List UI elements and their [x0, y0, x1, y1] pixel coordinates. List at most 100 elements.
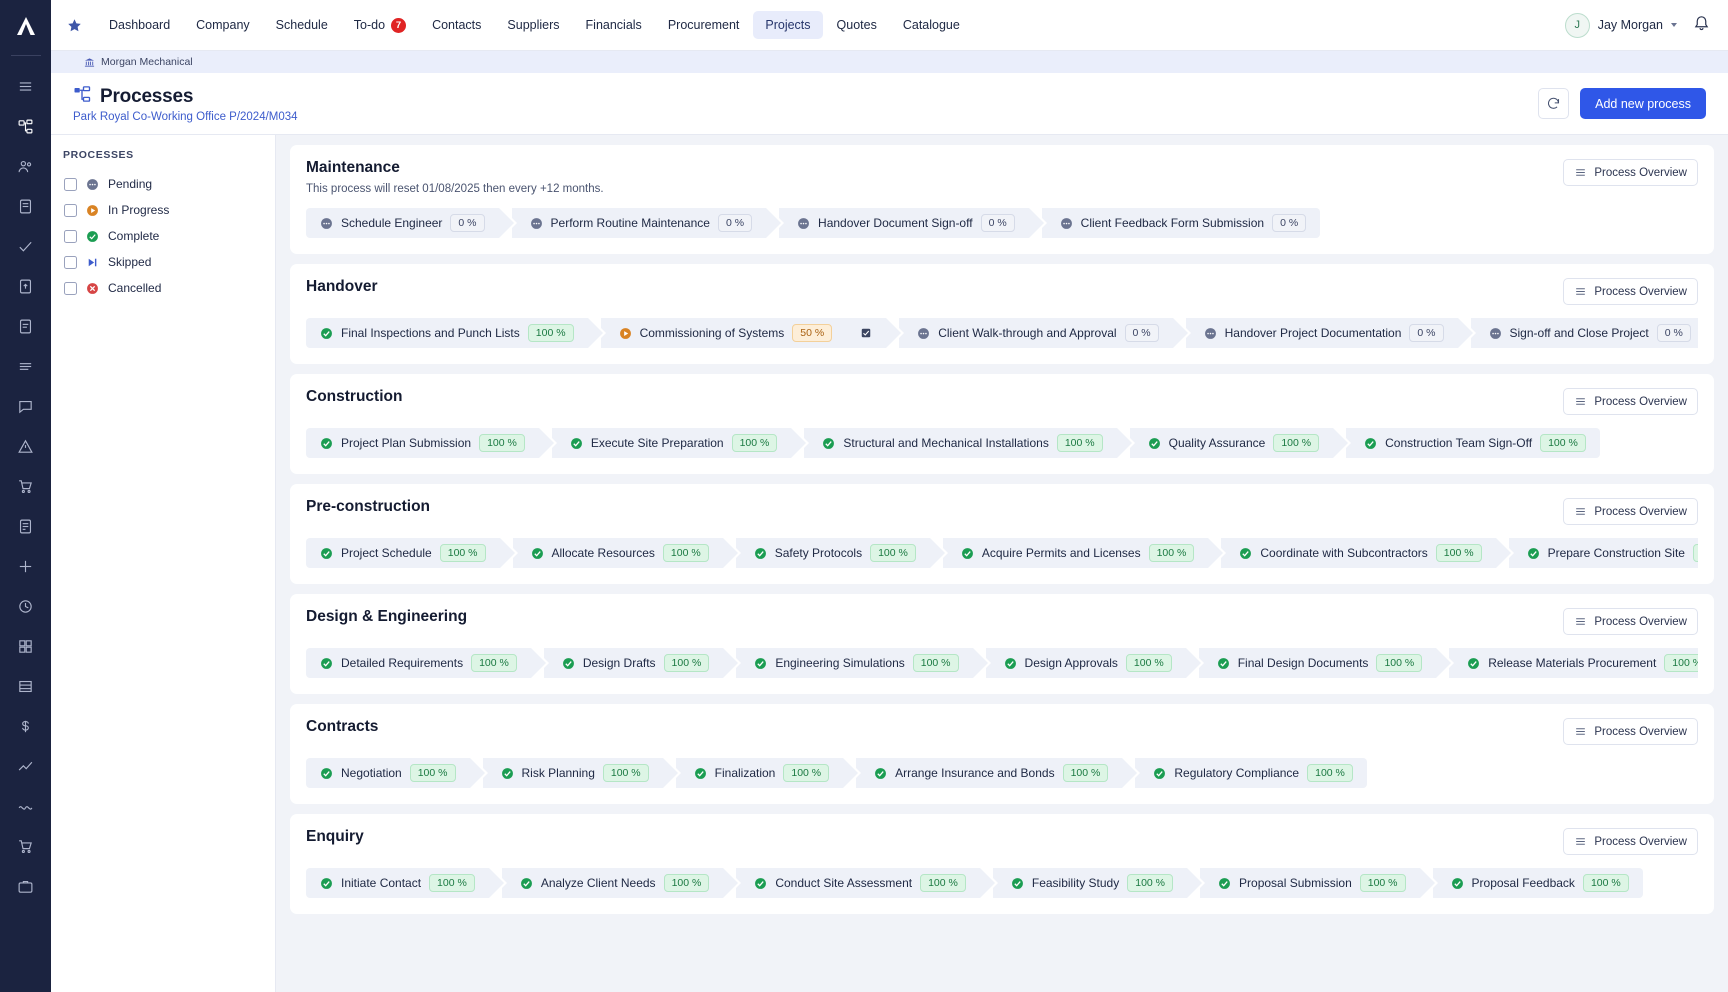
process-step[interactable]: Proposal Feedback100 %: [1433, 868, 1643, 898]
filter-row-pending[interactable]: Pending: [51, 171, 275, 197]
rail-item-grid-icon[interactable]: [0, 626, 51, 666]
process-card-header: Contracts Process Overview: [306, 718, 1698, 745]
process-step[interactable]: Conduct Site Assessment100 %: [736, 868, 980, 898]
process-step[interactable]: Coordinate with Subcontractors100 %: [1221, 538, 1495, 568]
process-step[interactable]: Execute Site Preparation100 %: [552, 428, 792, 458]
user-menu[interactable]: J Jay Morgan: [1565, 13, 1677, 38]
process-step[interactable]: Client Walk-through and Approval0 %: [899, 318, 1172, 348]
nav-link-schedule[interactable]: Schedule: [264, 11, 340, 39]
process-step[interactable]: Structural and Mechanical Installations1…: [804, 428, 1116, 458]
nav-link-projects[interactable]: Projects: [753, 11, 822, 39]
checkbox-in-progress[interactable]: [64, 204, 77, 217]
process-step[interactable]: Arrange Insurance and Bonds100 %: [856, 758, 1122, 788]
filter-row-cancelled[interactable]: Cancelled: [51, 275, 275, 301]
rail-item-wave-icon[interactable]: [0, 786, 51, 826]
attachment-icon[interactable]: [840, 327, 852, 339]
process-step[interactable]: Design Drafts100 %: [544, 648, 723, 678]
rail-item-plus-move-icon[interactable]: [0, 546, 51, 586]
rail-item-cart-icon[interactable]: [0, 466, 51, 506]
process-title: Contracts: [306, 718, 378, 736]
rail-item-list-icon[interactable]: [0, 66, 51, 106]
process-step[interactable]: Quality Assurance100 %: [1130, 428, 1334, 458]
checkbox-cancelled[interactable]: [64, 282, 77, 295]
filter-row-skipped[interactable]: Skipped: [51, 249, 275, 275]
process-step[interactable]: Commissioning of Systems50 %: [601, 318, 887, 348]
process-step[interactable]: Regulatory Compliance100 %: [1135, 758, 1367, 788]
process-step[interactable]: Sign-off and Close Project0 %: [1471, 318, 1699, 348]
process-step[interactable]: Engineering Simulations100 %: [736, 648, 972, 678]
process-step[interactable]: Feasibility Study100 %: [993, 868, 1187, 898]
process-step[interactable]: Acquire Permits and Licenses100 %: [943, 538, 1209, 568]
rail-item-trend-icon[interactable]: [0, 746, 51, 786]
process-overview-button[interactable]: Process Overview: [1563, 388, 1698, 415]
checkbox-complete[interactable]: [64, 230, 77, 243]
process-step[interactable]: Handover Document Sign-off0 %: [779, 208, 1029, 238]
process-step[interactable]: Detailed Requirements100 %: [306, 648, 531, 678]
breadcrumb[interactable]: Morgan Mechanical: [51, 51, 1728, 73]
process-step[interactable]: Safety Protocols100 %: [736, 538, 930, 568]
project-link[interactable]: Park Royal Co-Working Office P/2024/M034: [73, 111, 298, 123]
process-overview-button[interactable]: Process Overview: [1563, 498, 1698, 525]
rail-item-clock-icon[interactable]: [0, 586, 51, 626]
process-step[interactable]: Schedule Engineer0 %: [306, 208, 499, 238]
nav-link-company[interactable]: Company: [184, 11, 262, 39]
process-step[interactable]: Release Materials Procurement100 %: [1449, 648, 1698, 678]
nav-link-quotes[interactable]: Quotes: [825, 11, 889, 39]
process-step[interactable]: Client Feedback Form Submission0 %: [1042, 208, 1321, 238]
checkbox-skipped[interactable]: [64, 256, 77, 269]
nav-link-catalogue[interactable]: Catalogue: [891, 11, 972, 39]
process-overview-button[interactable]: Process Overview: [1563, 159, 1698, 186]
rail-item-file-icon[interactable]: [0, 306, 51, 346]
nav-link-todo[interactable]: To-do 7: [342, 11, 418, 40]
bell-icon[interactable]: [1693, 14, 1710, 36]
nav-link-contacts[interactable]: Contacts: [420, 11, 493, 39]
process-step[interactable]: Finalization100 %: [676, 758, 843, 788]
process-step[interactable]: Final Inspections and Punch Lists100 %: [306, 318, 588, 348]
process-step[interactable]: Handover Project Documentation0 %: [1186, 318, 1458, 348]
process-step[interactable]: Perform Routine Maintenance0 %: [512, 208, 767, 238]
rail-item-warning-icon[interactable]: [0, 426, 51, 466]
rail-item-cart2-icon[interactable]: [0, 826, 51, 866]
process-step-label: Structural and Mechanical Installations: [843, 436, 1048, 450]
rail-item-briefcase-icon[interactable]: [0, 866, 51, 906]
process-step[interactable]: Project Schedule100 %: [306, 538, 500, 568]
process-step[interactable]: Final Design Documents100 %: [1199, 648, 1437, 678]
process-step[interactable]: Proposal Submission100 %: [1200, 868, 1420, 898]
rail-item-chat-icon[interactable]: [0, 386, 51, 426]
checkbox-pending[interactable]: [64, 178, 77, 191]
refresh-button[interactable]: [1538, 88, 1569, 119]
process-step[interactable]: Project Plan Submission100 %: [306, 428, 539, 458]
nav-link-procurement[interactable]: Procurement: [656, 11, 752, 39]
archdesk-logo[interactable]: [0, 0, 51, 51]
rail-item-upload-doc-icon[interactable]: [0, 266, 51, 306]
process-step[interactable]: Construction Team Sign-Off100 %: [1346, 428, 1600, 458]
rail-item-dollar-icon[interactable]: [0, 706, 51, 746]
rail-item-processes-icon[interactable]: [0, 106, 51, 146]
process-step[interactable]: Allocate Resources100 %: [513, 538, 723, 568]
star-icon[interactable]: [51, 18, 97, 33]
process-step[interactable]: Design Approvals100 %: [986, 648, 1186, 678]
rail-item-contacts-icon[interactable]: [0, 146, 51, 186]
rail-item-table-icon[interactable]: [0, 666, 51, 706]
process-step[interactable]: Negotiation100 %: [306, 758, 470, 788]
process-overview-button[interactable]: Process Overview: [1563, 828, 1698, 855]
process-overview-button[interactable]: Process Overview: [1563, 718, 1698, 745]
add-new-process-button[interactable]: Add new process: [1580, 88, 1706, 119]
process-overview-button[interactable]: Process Overview: [1563, 278, 1698, 305]
rail-item-lines-icon[interactable]: [0, 346, 51, 386]
nav-link-suppliers[interactable]: Suppliers: [495, 11, 571, 39]
process-step[interactable]: Initiate Contact100 %: [306, 868, 489, 898]
nav-link-financials[interactable]: Financials: [574, 11, 654, 39]
filter-row-in-progress[interactable]: In Progress: [51, 197, 275, 223]
rail-item-document-icon[interactable]: [0, 186, 51, 226]
filter-row-complete[interactable]: Complete: [51, 223, 275, 249]
checklist-icon[interactable]: [860, 327, 872, 339]
process-step[interactable]: Risk Planning100 %: [483, 758, 663, 788]
process-step[interactable]: Prepare Construction Site100 %: [1509, 538, 1698, 568]
process-step[interactable]: Analyze Client Needs100 %: [502, 868, 724, 898]
nav-link-dashboard[interactable]: Dashboard: [97, 11, 182, 39]
process-overview-button[interactable]: Process Overview: [1563, 608, 1698, 635]
rail-item-page-icon[interactable]: [0, 506, 51, 546]
pending-icon: [797, 217, 810, 230]
rail-item-check-icon[interactable]: [0, 226, 51, 266]
